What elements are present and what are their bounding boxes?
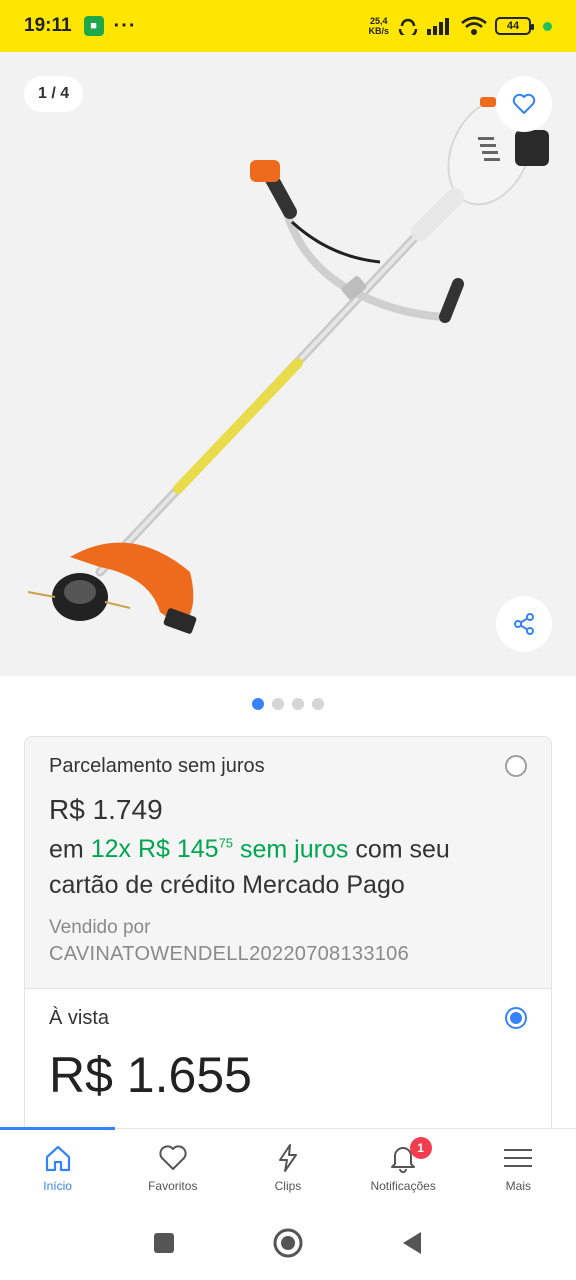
app-notification-icon: ■ (83, 16, 104, 36)
payment-options: Parcelamento sem juros R$ 1.749 em 12x R… (24, 736, 552, 1156)
cash-title: À vista (49, 1007, 110, 1029)
installment-option[interactable]: Parcelamento sem juros R$ 1.749 em 12x R… (25, 737, 551, 989)
battery-level: 44 (506, 20, 520, 32)
nav-label-clips: Clips (274, 1179, 302, 1193)
menu-icon (504, 1149, 533, 1167)
installment-amount: 12x R$ 14575 (91, 835, 233, 863)
installment-suffix: com seu (355, 835, 450, 864)
pagination-dot-1[interactable] (252, 698, 264, 710)
lightning-icon (278, 1144, 297, 1172)
hotspot-icon (398, 18, 418, 35)
favorite-button[interactable] (496, 76, 552, 132)
installment-total-price: R$ 1.749 (49, 794, 163, 825)
more-notifications-icon: ··· (113, 14, 137, 37)
signal-icon (427, 18, 449, 35)
product-gallery[interactable]: 1 / 4 (0, 52, 576, 676)
triangle-back-icon[interactable] (400, 1230, 424, 1256)
gallery-pagination (0, 698, 576, 710)
bottom-navigation: Início Favoritos Clips 1 Notificações Ma… (0, 1127, 576, 1206)
pagination-dot-2[interactable] (272, 698, 284, 710)
share-button[interactable] (496, 596, 552, 652)
installment-cents: 75 (218, 836, 234, 851)
nav-item-favorites[interactable]: Favoritos (115, 1129, 230, 1206)
status-bar: 19:11 ■ ··· 25,4 KB/s 44 (0, 0, 576, 52)
nav-item-more[interactable]: Mais (461, 1129, 576, 1206)
square-icon[interactable] (152, 1231, 176, 1255)
installment-details-line1: em 12x R$ 14575 sem juros com seu (49, 826, 527, 867)
heart-icon (159, 1145, 187, 1170)
status-indicators: 25,4 KB/s 44 (368, 16, 552, 36)
charging-dot-icon (543, 21, 552, 31)
cash-radio[interactable] (505, 1007, 527, 1029)
pagination-dot-3[interactable] (292, 698, 304, 710)
installment-details-line2: cartão de crédito Mercado Pago (49, 871, 405, 900)
notification-badge: 1 (409, 1137, 432, 1159)
cash-price: R$ 1.655 (49, 1047, 252, 1103)
nav-item-home[interactable]: Início (0, 1129, 115, 1206)
seller-name[interactable]: CAVINATOWENDELL20220708133106 (49, 943, 527, 966)
circle-icon[interactable] (272, 1227, 304, 1259)
heart-icon (512, 93, 536, 114)
no-interest-label: sem juros (239, 835, 349, 864)
nav-label-notifications: Notificações (370, 1179, 436, 1193)
nav-label-favorites: Favoritos (148, 1179, 198, 1193)
sold-by-label: Vendido por (49, 917, 151, 939)
nav-label-more: Mais (505, 1179, 532, 1193)
network-speed-unit: KB/s (368, 26, 389, 36)
installment-prefix: em (49, 835, 84, 864)
installment-radio[interactable] (505, 755, 527, 777)
nav-label-home: Início (43, 1179, 72, 1193)
wifi-icon (461, 16, 487, 35)
system-navigation (0, 1206, 576, 1280)
status-time: 19:11 (24, 15, 72, 36)
installment-title: Parcelamento sem juros (49, 755, 265, 777)
image-counter: 1 / 4 (24, 76, 84, 112)
product-image[interactable] (0, 52, 576, 676)
nav-item-clips[interactable]: Clips (230, 1129, 345, 1206)
network-speed-value: 25,4 (369, 16, 388, 26)
nav-item-notifications[interactable]: 1 Notificações (346, 1129, 461, 1206)
network-speed: 25,4 KB/s (368, 16, 389, 36)
pagination-dot-4[interactable] (312, 698, 324, 710)
battery-icon: 44 (495, 17, 534, 35)
home-icon (45, 1145, 70, 1172)
installment-value: 12x R$ 145 (90, 835, 219, 864)
share-icon (514, 613, 534, 635)
